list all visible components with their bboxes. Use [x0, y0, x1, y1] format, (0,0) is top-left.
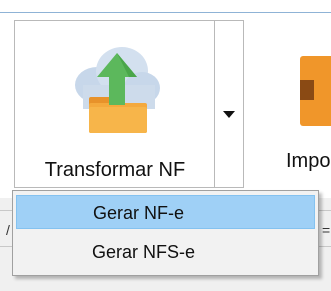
- menu-item-gerar-nfe[interactable]: Gerar NF-e: [16, 195, 315, 229]
- document-icon[interactable]: [300, 50, 331, 130]
- transformar-nf-label: Transformar NF: [44, 159, 186, 181]
- menu-item-gerar-nfse[interactable]: Gerar NFS-e: [16, 235, 315, 269]
- background-fragment-left: /: [6, 222, 10, 238]
- transformar-nf-dropdown-button[interactable]: [214, 20, 244, 188]
- dropdown-menu: Gerar NF-e Gerar NFS-e: [12, 190, 319, 276]
- transformar-nf-button[interactable]: Transformar NF: [14, 20, 214, 188]
- top-strip: [0, 0, 331, 12]
- caret-down-icon: [223, 111, 235, 118]
- importar-button-label[interactable]: Impo: [286, 150, 330, 173]
- background-fragment-right: =: [322, 222, 331, 238]
- cloud-upload-folder-icon: [75, 47, 160, 133]
- ribbon-divider: [0, 12, 331, 13]
